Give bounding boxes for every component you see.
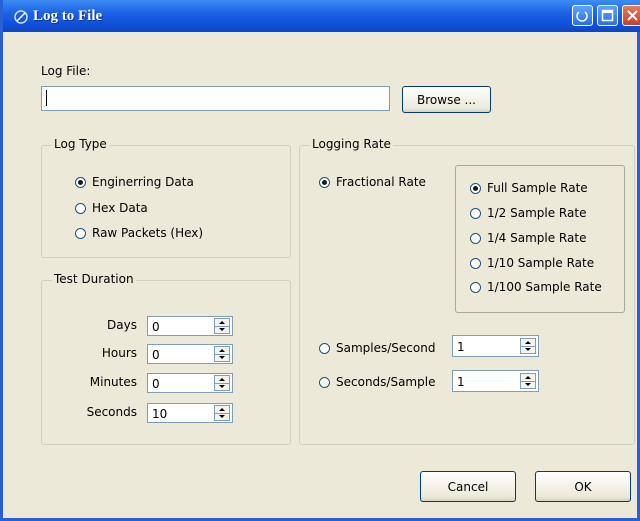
radio-dot [470,281,481,293]
radio-label: Enginerring Data [92,175,194,189]
hours-spinner[interactable]: 0 [147,344,233,364]
radio-label: 1/2 Sample Rate [487,206,587,220]
maximize-icon [601,9,614,22]
radio-hex-data[interactable]: Hex Data [75,201,148,215]
radio-label: 1/10 Sample Rate [487,256,595,270]
log-file-input[interactable] [41,86,390,111]
seconds-spinner[interactable]: 10 [147,403,233,423]
spin-down-arrow[interactable] [521,381,535,388]
samples-per-second-value: 1 [457,340,465,354]
close-icon [627,10,638,21]
seconds-per-sample-value: 1 [457,375,465,389]
radio-dot-selected [319,176,330,188]
text-cursor [46,90,47,106]
seconds-value: 10 [152,407,168,421]
radio-label: 1/100 Sample Rate [487,280,602,294]
spin-arrows [214,405,230,421]
radio-dot [319,376,330,388]
radio-label: Fractional Rate [336,175,426,189]
radio-hundredth-sample-rate[interactable]: 1/100 Sample Rate [470,280,602,294]
minimize-icon [576,11,588,22]
radio-dot [470,207,481,219]
days-spinner[interactable]: 0 [147,316,233,336]
spin-arrows [520,373,536,389]
spin-arrows [214,346,230,362]
seconds-label: Seconds [86,405,137,419]
radio-label: Hex Data [92,201,148,215]
log-file-label: Log File: [41,64,91,78]
spin-down-arrow[interactable] [215,326,229,333]
spin-arrows [520,338,536,354]
minutes-spinner[interactable]: 0 [147,373,233,393]
radio-half-sample-rate[interactable]: 1/2 Sample Rate [470,206,586,220]
radio-engineering-data[interactable]: Enginerring Data [75,175,194,189]
radio-quarter-sample-rate[interactable]: 1/4 Sample Rate [470,231,586,245]
cancel-button[interactable]: Cancel [420,471,516,502]
test-duration-title: Test Duration [52,272,136,286]
minutes-label: Minutes [89,375,137,389]
radio-label: Full Sample Rate [487,181,588,195]
browse-button[interactable]: Browse ... [402,86,491,113]
radio-raw-packets[interactable]: Raw Packets (Hex) [75,226,203,240]
spin-down-arrow[interactable] [215,383,229,390]
days-value: 0 [152,320,160,334]
radio-fractional-rate[interactable]: Fractional Rate [319,175,426,189]
radio-tenth-sample-rate[interactable]: 1/10 Sample Rate [470,256,594,270]
radio-dot-selected [470,182,481,194]
spin-arrows [214,318,230,334]
radio-label: 1/4 Sample Rate [487,231,587,245]
radio-seconds-per-sample[interactable]: Seconds/Sample [319,375,435,389]
logging-rate-title: Logging Rate [310,137,393,151]
close-button[interactable] [622,5,640,26]
radio-dot [75,202,86,214]
title-bar[interactable]: Log to File [3,0,640,32]
radio-label: Seconds/Sample [336,375,436,389]
spin-arrows [214,375,230,391]
minimize-button[interactable] [572,5,593,26]
radio-label: Raw Packets (Hex) [92,226,204,240]
radio-full-sample-rate[interactable]: Full Sample Rate [470,181,588,195]
hours-label: Hours [101,346,137,360]
seconds-per-sample-spinner[interactable]: 1 [452,370,539,392]
minutes-value: 0 [152,377,160,391]
maximize-button[interactable] [597,5,618,26]
window-title: Log to File [33,8,103,24]
radio-dot [470,257,481,269]
spin-down-arrow[interactable] [521,346,535,353]
spin-down-arrow[interactable] [215,413,229,420]
radio-label: Samples/Second [336,341,436,355]
log-type-title: Log Type [52,137,109,151]
app-icon [14,10,28,24]
radio-dot [319,342,330,354]
samples-per-second-spinner[interactable]: 1 [452,335,539,357]
radio-dot [75,227,86,239]
radio-dot-selected [75,176,86,188]
spin-down-arrow[interactable] [215,354,229,361]
log-to-file-window: Log to File Log File: Browse ... Log Typ… [0,0,640,521]
radio-samples-per-second[interactable]: Samples/Second [319,341,435,355]
days-label: Days [107,318,137,332]
hours-value: 0 [152,348,160,362]
ok-button[interactable]: OK [535,471,631,502]
radio-dot [470,232,481,244]
